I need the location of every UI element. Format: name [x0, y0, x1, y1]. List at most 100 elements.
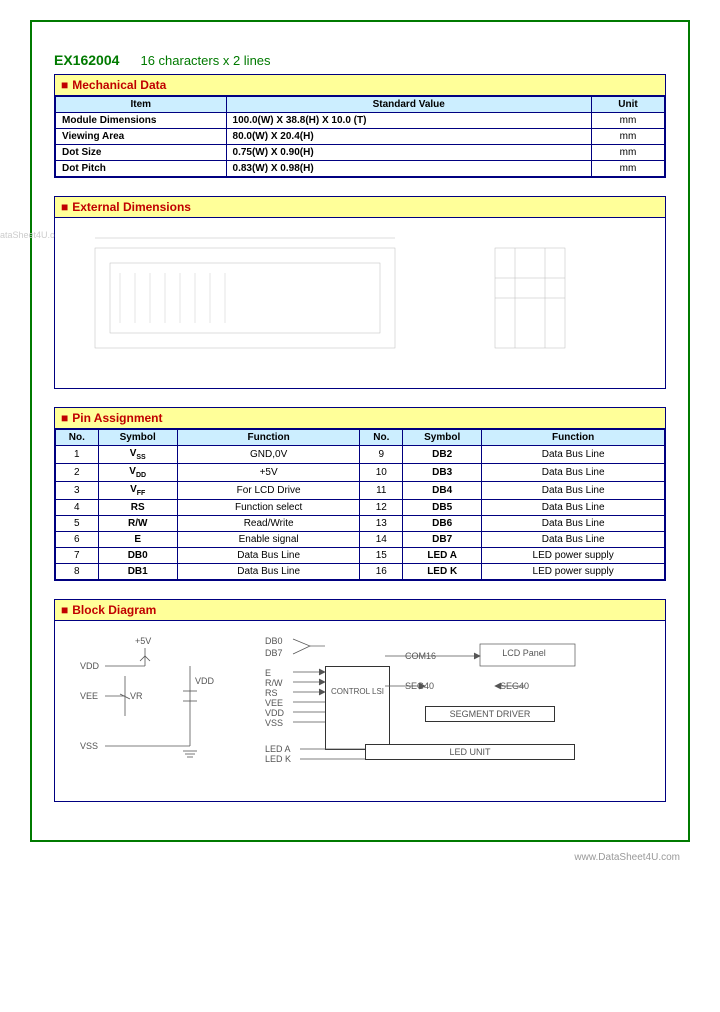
- cell: 11: [360, 482, 403, 500]
- col-no: No.: [56, 430, 99, 446]
- cell: 3: [56, 482, 99, 500]
- dimension-svg: [55, 218, 665, 388]
- external-dimensions-header: ■External Dimensions: [55, 197, 665, 218]
- mechanical-table: Item Standard Value Unit Module Dimensio…: [55, 96, 665, 177]
- dimension-drawing: [55, 218, 665, 388]
- table-row: Dot Pitch0.83(W) X 0.98(H)mm: [56, 161, 665, 177]
- cell: DB2: [403, 446, 482, 464]
- cell: DB5: [403, 500, 482, 516]
- mechanical-title: Mechanical Data: [72, 78, 166, 92]
- cell: 6: [56, 532, 99, 548]
- cell: 0.83(W) X 0.98(H): [226, 161, 591, 177]
- col-unit: Unit: [591, 97, 664, 113]
- cell: 12: [360, 500, 403, 516]
- cell: DB3: [403, 464, 482, 482]
- bullet-icon: ■: [61, 200, 68, 214]
- cell: 15: [360, 548, 403, 564]
- subtitle: 16 characters x 2 lines: [140, 53, 270, 68]
- cell: mm: [591, 113, 664, 129]
- table-row: Item Standard Value Unit: [56, 97, 665, 113]
- cell: 0.75(W) X 0.90(H): [226, 145, 591, 161]
- col-sym: Symbol: [98, 430, 177, 446]
- cell: 13: [360, 516, 403, 532]
- footer-watermark: www.DataSheet4U.com: [0, 852, 720, 863]
- cell: LED power supply: [482, 548, 665, 564]
- cell: mm: [591, 145, 664, 161]
- block-diagram-section: ■ Block Diagram +5V VDD VEE VSS VR VDD: [54, 599, 666, 802]
- cell: 8: [56, 564, 99, 580]
- cell: 2: [56, 464, 99, 482]
- block-diagram-title: Block Diagram: [72, 603, 156, 617]
- cell: R/W: [98, 516, 177, 532]
- cell: Module Dimensions: [56, 113, 227, 129]
- cell: LED power supply: [482, 564, 665, 580]
- cell: 10: [360, 464, 403, 482]
- block-right-schematic: DB0 DB7 E R/W RS VEE VDD VSS LED A LED K…: [265, 636, 645, 786]
- cell: Data Bus Line: [482, 516, 665, 532]
- table-row: 8DB1Data Bus Line16LED KLED power supply: [56, 564, 665, 580]
- col-item: Item: [56, 97, 227, 113]
- cell: 7: [56, 548, 99, 564]
- mechanical-header: ■ Mechanical Data: [55, 75, 665, 96]
- cell: DB1: [98, 564, 177, 580]
- cell: 1: [56, 446, 99, 464]
- col-std: Standard Value: [226, 97, 591, 113]
- cell: For LCD Drive: [177, 482, 360, 500]
- table-row: 5R/WRead/Write13DB6Data Bus Line: [56, 516, 665, 532]
- cell: mm: [591, 129, 664, 145]
- cell: 5: [56, 516, 99, 532]
- cell: VDD: [98, 464, 177, 482]
- table-row: 6EEnable signal14DB7Data Bus Line: [56, 532, 665, 548]
- cell: Data Bus Line: [482, 500, 665, 516]
- cell: Function select: [177, 500, 360, 516]
- cell: DB6: [403, 516, 482, 532]
- bullet-icon: ■: [61, 603, 68, 617]
- table-row: 4RSFunction select12DB5Data Bus Line: [56, 500, 665, 516]
- cell: RS: [98, 500, 177, 516]
- cell: +5V: [177, 464, 360, 482]
- title-row: EX162004 16 characters x 2 lines: [54, 52, 666, 68]
- table-row: No. Symbol Function No. Symbol Function: [56, 430, 665, 446]
- cell: Data Bus Line: [177, 548, 360, 564]
- cell: 4: [56, 500, 99, 516]
- bullet-icon: ■: [61, 411, 68, 425]
- pin-assignment-title: Pin Assignment: [72, 411, 162, 425]
- pin-assignment-section: ■ Pin Assignment No. Symbol Function No. …: [54, 407, 666, 581]
- block-diagram-body: +5V VDD VEE VSS VR VDD: [55, 621, 665, 801]
- cell: Enable signal: [177, 532, 360, 548]
- cell: LED A: [403, 548, 482, 564]
- external-dimensions-section: ■External Dimensions: [54, 196, 666, 389]
- cell: GND,0V: [177, 446, 360, 464]
- cell: 16: [360, 564, 403, 580]
- part-number: EX162004: [54, 52, 119, 68]
- col-fn: Function: [482, 430, 665, 446]
- cell: 80.0(W) X 20.4(H): [226, 129, 591, 145]
- col-fn: Function: [177, 430, 360, 446]
- table-row: 3VFFFor LCD Drive11DB4Data Bus Line: [56, 482, 665, 500]
- cell: DB0: [98, 548, 177, 564]
- cell: 14: [360, 532, 403, 548]
- block-diagram-header: ■ Block Diagram: [55, 600, 665, 621]
- pin-assignment-header: ■ Pin Assignment: [55, 408, 665, 429]
- cell: Dot Pitch: [56, 161, 227, 177]
- cell: 9: [360, 446, 403, 464]
- cell: mm: [591, 161, 664, 177]
- cell: Dot Size: [56, 145, 227, 161]
- cell: LED K: [403, 564, 482, 580]
- table-row: 7DB0Data Bus Line15LED ALED power supply: [56, 548, 665, 564]
- table-row: Viewing Area80.0(W) X 20.4(H)mm: [56, 129, 665, 145]
- content-area: EX162004 16 characters x 2 lines ■ Mechan…: [32, 22, 688, 840]
- table-row: 1VSSGND,0V9DB2Data Bus Line: [56, 446, 665, 464]
- cell: DB4: [403, 482, 482, 500]
- cell: E: [98, 532, 177, 548]
- cell: Data Bus Line: [482, 482, 665, 500]
- page-border: EX162004 16 characters x 2 lines ■ Mechan…: [30, 20, 690, 842]
- bullet-icon: ■: [61, 78, 68, 92]
- block-left-schematic: +5V VDD VEE VSS VR VDD: [75, 636, 235, 776]
- block-left-svg: [75, 636, 235, 776]
- col-sym: Symbol: [403, 430, 482, 446]
- cell: DB7: [403, 532, 482, 548]
- cell: VFF: [98, 482, 177, 500]
- cell: Data Bus Line: [482, 446, 665, 464]
- cell: VSS: [98, 446, 177, 464]
